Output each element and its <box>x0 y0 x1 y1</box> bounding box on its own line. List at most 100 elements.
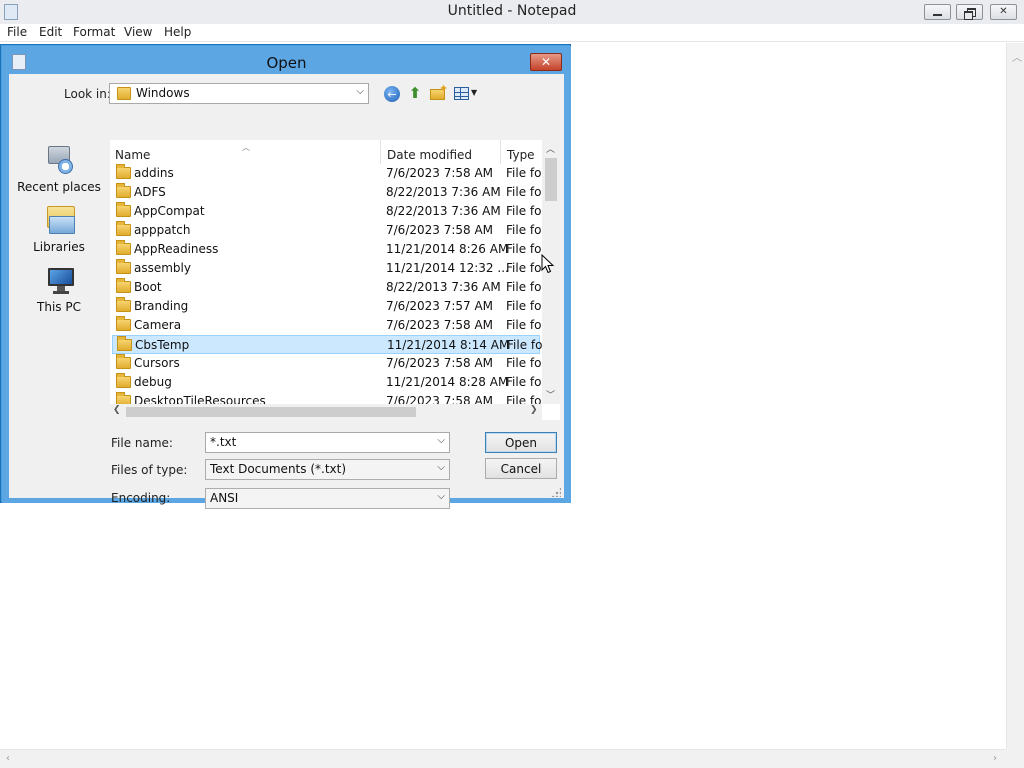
grid-icon <box>454 87 469 100</box>
window-title: Untitled - Notepad <box>447 3 577 19</box>
file-name-cell: ADFS <box>134 185 166 199</box>
menu-edit[interactable]: Edit <box>39 25 62 39</box>
folder-icon <box>116 278 131 293</box>
file-type-cell: File fol <box>506 223 541 237</box>
libraries-icon <box>46 206 76 236</box>
place-libraries[interactable]: Libraries <box>13 206 105 264</box>
minimize-button[interactable] <box>924 4 951 20</box>
file-date-cell: 8/22/2013 7:36 AM <box>386 204 501 218</box>
dialog-close-button[interactable]: ✕ <box>530 53 562 71</box>
file-row[interactable]: Boot 8/22/2013 7:36 AM File fol <box>112 278 541 297</box>
back-icon[interactable]: ← <box>384 86 400 102</box>
chevron-down-icon: ▼ <box>471 88 478 97</box>
scroll-down-icon[interactable]: ﹀ <box>546 388 555 401</box>
open-button[interactable]: Open <box>485 432 557 453</box>
column-header-type[interactable]: Type <box>507 148 535 162</box>
file-row[interactable]: debug 11/21/2014 8:28 AM File fol <box>112 373 541 392</box>
new-folder-icon[interactable]: ✦ <box>430 82 448 101</box>
file-row[interactable]: Camera 7/6/2023 7:58 AM File fol <box>112 316 541 335</box>
file-date-cell: 7/6/2023 7:58 AM <box>386 356 494 370</box>
file-row[interactable]: AppReadiness 11/21/2014 8:26 AM File fol <box>112 240 541 259</box>
file-row[interactable]: addins 7/6/2023 7:58 AM File fol <box>112 164 541 183</box>
file-list[interactable]: ︿ Name Date modified Type addins 7/6/2023… <box>110 140 560 420</box>
restore-button[interactable] <box>956 4 983 20</box>
place-label: This PC <box>37 300 81 314</box>
file-date-cell: 7/6/2023 7:58 AM <box>386 166 494 180</box>
encoding-value: ANSI <box>210 491 239 505</box>
scroll-left-icon[interactable]: ❮ <box>113 405 121 415</box>
file-type-cell: File fol <box>506 280 541 294</box>
file-row[interactable]: Branding 7/6/2023 7:57 AM File fol <box>112 297 541 316</box>
look-in-dropdown[interactable]: Windows ⌵ <box>109 83 369 104</box>
open-dialog: Open ✕ Look in: Windows ⌵ ← ⬆ ✦ ▼ Recent… <box>0 44 571 509</box>
scrollbar-thumb[interactable] <box>545 158 557 201</box>
up-folder-icon[interactable]: ⬆ <box>407 85 423 102</box>
chevron-down-icon: ⌵ <box>356 86 364 97</box>
dialog-title-bar[interactable]: Open ✕ <box>2 46 571 74</box>
column-header-date[interactable]: Date modified <box>387 148 472 162</box>
folder-icon <box>116 221 131 236</box>
cancel-button[interactable]: Cancel <box>485 458 557 479</box>
scroll-right-icon[interactable]: › <box>993 753 997 764</box>
mouse-cursor-icon <box>541 254 555 274</box>
place-label: Recent places <box>17 180 101 194</box>
file-type-cell: File fol <box>506 375 541 389</box>
menu-help[interactable]: Help <box>164 25 191 39</box>
place-this-pc[interactable]: This PC <box>13 266 105 324</box>
scroll-left-icon[interactable]: ‹ <box>6 753 10 764</box>
scrollbar-corner <box>1006 749 1024 768</box>
column-divider[interactable] <box>500 140 501 164</box>
files-of-type-value: Text Documents (*.txt) <box>210 462 347 476</box>
scroll-up-icon[interactable]: ︿ <box>1012 49 1022 64</box>
views-menu-icon[interactable]: ▼ <box>454 85 480 103</box>
column-header-name[interactable]: Name <box>115 148 150 162</box>
file-type-cell: File fol <box>506 356 541 370</box>
file-row[interactable]: assembly 11/21/2014 12:32 ... File fol <box>112 259 541 278</box>
close-icon: ✕ <box>999 6 1008 17</box>
place-recent-places[interactable]: Recent places <box>13 146 105 204</box>
file-name-cell: AppReadiness <box>134 242 219 256</box>
file-row[interactable]: CbsTemp 11/21/2014 8:14 AM File fol <box>112 335 542 354</box>
file-list-horizontal-scrollbar[interactable]: ❮ ❯ <box>110 404 542 420</box>
editor-vertical-scrollbar[interactable]: ︿ <box>1006 43 1024 749</box>
file-type-cell: File fol <box>506 204 541 218</box>
menu-file[interactable]: File <box>7 25 27 39</box>
editor-horizontal-scrollbar[interactable]: ‹ › <box>0 749 1006 768</box>
notepad-title-bar[interactable]: Untitled - Notepad ✕ <box>0 0 1024 24</box>
files-of-type-dropdown[interactable]: Text Documents (*.txt) ⌵ <box>205 459 450 480</box>
file-name-cell: AppCompat <box>134 204 205 218</box>
column-divider[interactable] <box>380 140 381 164</box>
menu-view[interactable]: View <box>124 25 152 39</box>
look-in-value: Windows <box>136 86 190 100</box>
scroll-right-icon[interactable]: ❯ <box>530 405 538 415</box>
folder-icon <box>117 87 131 100</box>
folder-icon <box>116 297 131 312</box>
file-date-cell: 7/6/2023 7:57 AM <box>386 299 494 313</box>
folder-icon <box>116 373 131 388</box>
file-name-cell: Boot <box>134 280 162 294</box>
file-row[interactable]: apppatch 7/6/2023 7:58 AM File fol <box>112 221 541 240</box>
close-icon: ✕ <box>540 55 552 69</box>
file-name-cell: assembly <box>134 261 191 275</box>
encoding-dropdown[interactable]: ANSI ⌵ <box>205 488 450 509</box>
restore-icon <box>964 7 976 20</box>
file-date-cell: 7/6/2023 7:58 AM <box>386 223 494 237</box>
file-type-cell: File fol <box>507 338 542 352</box>
folder-icon <box>116 259 131 274</box>
recent-places-icon <box>46 146 74 176</box>
file-name-cell: CbsTemp <box>135 338 190 352</box>
menu-format[interactable]: Format <box>73 25 115 39</box>
close-window-button[interactable]: ✕ <box>990 4 1017 20</box>
scrollbar-thumb[interactable] <box>126 407 416 417</box>
file-date-cell: 7/6/2023 7:58 AM <box>386 318 494 332</box>
file-type-cell: File fol <box>506 185 541 199</box>
dialog-title: Open <box>266 54 307 72</box>
resize-grip[interactable] <box>551 487 561 497</box>
file-row[interactable]: Cursors 7/6/2023 7:58 AM File fol <box>112 354 541 373</box>
file-name-input[interactable]: *.txt ⌵ <box>205 432 450 453</box>
file-name-cell: addins <box>134 166 174 180</box>
file-row[interactable]: AppCompat 8/22/2013 7:36 AM File fol <box>112 202 541 221</box>
file-name-value: *.txt <box>210 435 237 449</box>
file-row[interactable]: ADFS 8/22/2013 7:36 AM File fol <box>112 183 541 202</box>
scroll-up-icon[interactable]: ︿ <box>546 142 555 155</box>
